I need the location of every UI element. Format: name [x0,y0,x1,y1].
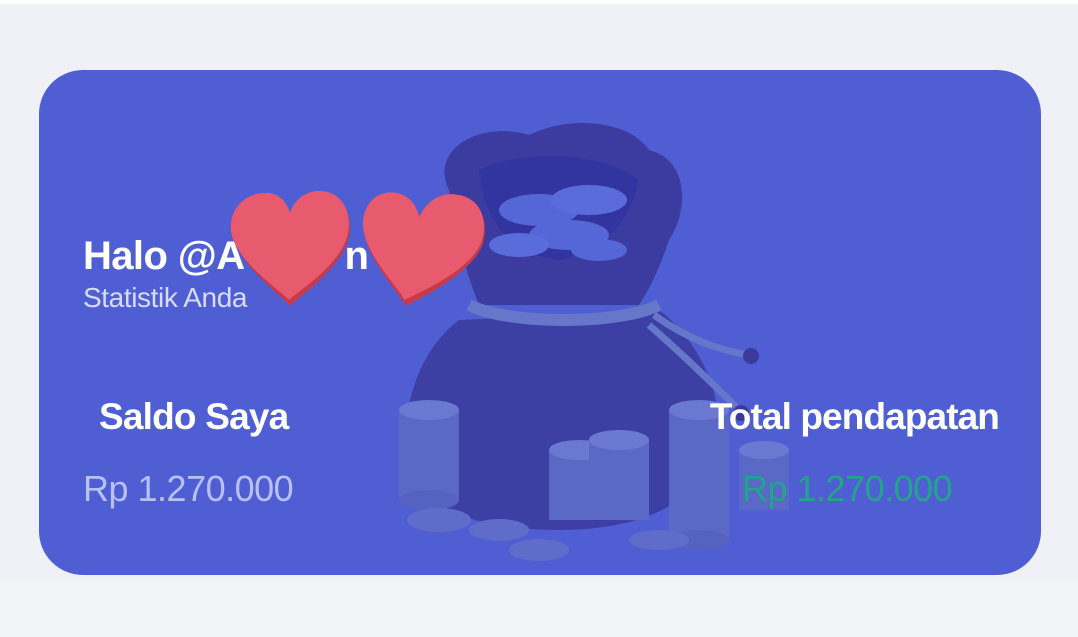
status-strip [0,0,1078,4]
stats-subtitle: Statistik Anda [83,282,248,313]
total-income-label: Total pendapatan [709,396,1000,437]
heart-icon [230,190,350,306]
balance-value: Rp 1.270.000 [83,468,294,509]
money-bag-illustration [399,123,789,561]
bottom-area [0,578,1078,637]
heart-icon [362,192,486,306]
total-income-value: Rp 1.270.000 [742,468,953,509]
greeting-username: Halo @A [83,234,245,278]
earnings-card: Halo @A n Statistik Anda Saldo Saya Rp 1.… [39,70,1041,575]
balance-label: Saldo Saya [99,396,289,437]
